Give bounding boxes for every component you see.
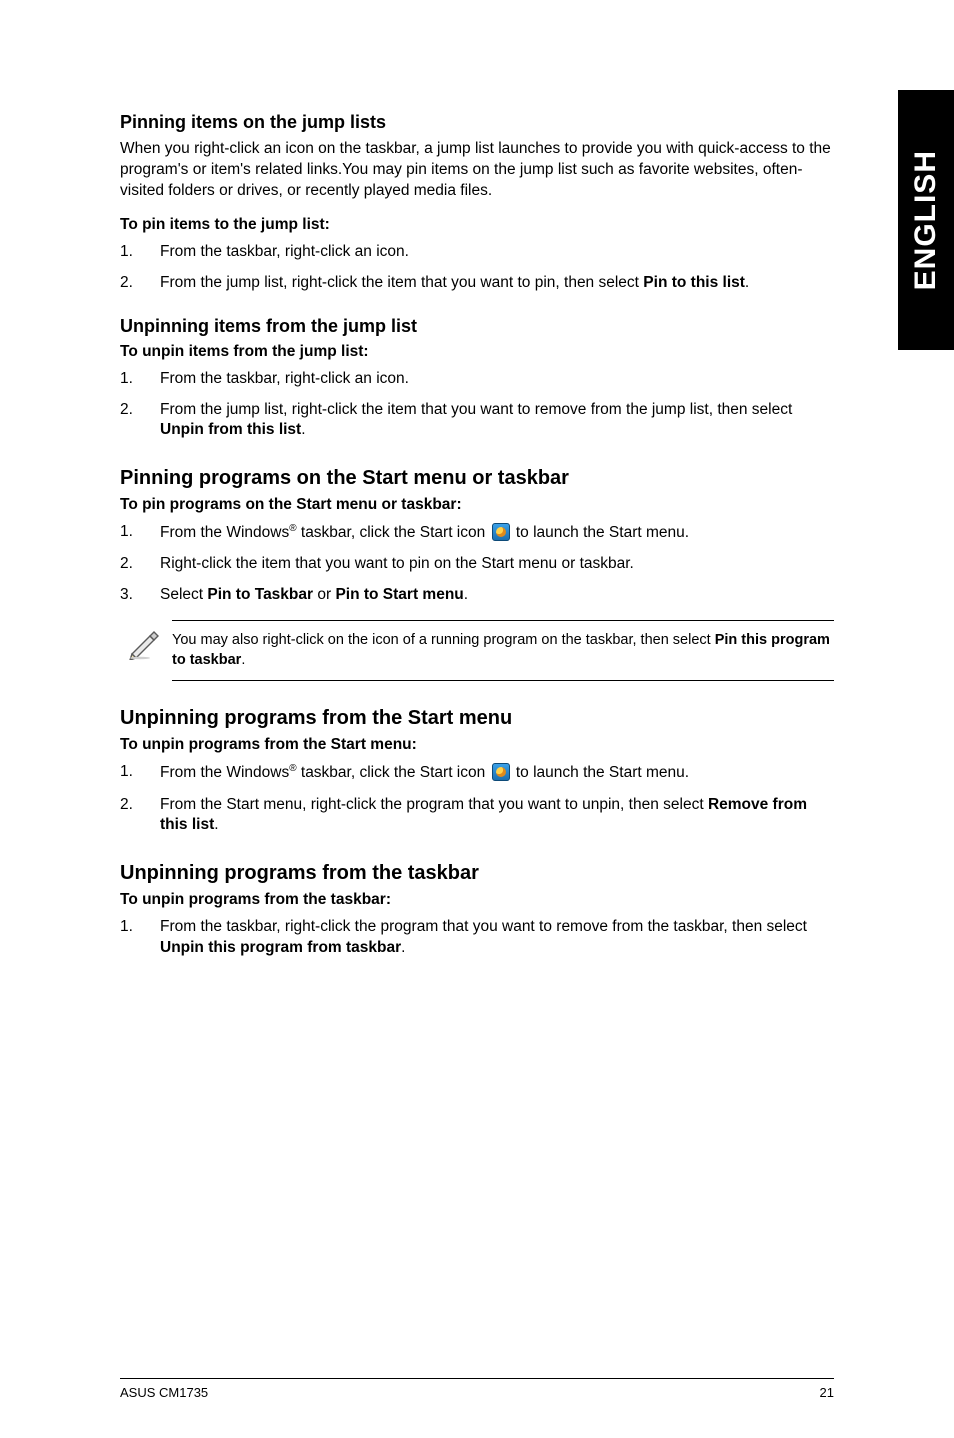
heading-unpinning-start-menu: Unpinning programs from the Start menu (120, 707, 834, 730)
list-number: 1. (120, 522, 160, 544)
windows-start-icon (492, 523, 510, 541)
list-text: From the jump list, right-click the item… (160, 400, 834, 442)
list-text: From the Start menu, right-click the pro… (160, 795, 834, 837)
pencil-icon (126, 620, 172, 660)
language-tab: ENGLISH (898, 90, 954, 350)
list-item: 2. Right-click the item that you want to… (120, 554, 834, 575)
list-item: 2. From the Start menu, right-click the … (120, 795, 834, 837)
heading-pinning-jump-lists: Pinning items on the jump lists (120, 112, 834, 133)
list-number: 2. (120, 273, 160, 294)
list-number: 1. (120, 369, 160, 390)
list-number: 1. (120, 917, 160, 959)
windows-start-icon (492, 763, 510, 781)
list-unpin-items: 1. From the taskbar, right-click an icon… (120, 369, 834, 442)
list-text: From the taskbar, right-click an icon. (160, 242, 834, 263)
list-unpin-start-menu: 1. From the Windows® taskbar, click the … (120, 762, 834, 836)
footer-left: ASUS CM1735 (120, 1385, 208, 1400)
bold-unpin-from-this-list: Unpin from this list (160, 421, 301, 438)
footer-page-number: 21 (820, 1385, 834, 1400)
list-number: 1. (120, 242, 160, 263)
sub-pin-items: To pin items to the jump list: (120, 216, 834, 234)
page-footer: ASUS CM1735 21 (120, 1378, 834, 1400)
list-item: 2. From the jump list, right-click the i… (120, 400, 834, 442)
list-text: From the jump list, right-click the item… (160, 273, 834, 294)
bold-pin-to-taskbar: Pin to Taskbar (207, 586, 313, 603)
list-item: 1. From the taskbar, right-click an icon… (120, 369, 834, 390)
list-number: 2. (120, 400, 160, 442)
list-text: From the Windows® taskbar, click the Sta… (160, 522, 834, 544)
list-unpin-taskbar: 1. From the taskbar, right-click the pro… (120, 917, 834, 959)
heading-pinning-programs: Pinning programs on the Start menu or ta… (120, 467, 834, 490)
registered-mark: ® (289, 763, 296, 774)
note-text: You may also right-click on the icon of … (172, 620, 834, 681)
list-item: 1. From the Windows® taskbar, click the … (120, 522, 834, 544)
list-item: 1. From the taskbar, right-click an icon… (120, 242, 834, 263)
heading-unpinning-taskbar: Unpinning programs from the taskbar (120, 862, 834, 885)
list-item: 3. Select Pin to Taskbar or Pin to Start… (120, 585, 834, 606)
list-item: 1. From the taskbar, right-click the pro… (120, 917, 834, 959)
lead-pinning-jump-lists: When you right-click an icon on the task… (120, 139, 834, 202)
heading-unpinning-jump-list: Unpinning items from the jump list (120, 316, 834, 337)
list-number: 2. (120, 795, 160, 837)
list-pin-programs: 1. From the Windows® taskbar, click the … (120, 522, 834, 606)
bold-pin-to-start-menu: Pin to Start menu (335, 586, 463, 603)
list-text: Select Pin to Taskbar or Pin to Start me… (160, 585, 834, 606)
language-tab-text: ENGLISH (909, 150, 943, 290)
note-block: You may also right-click on the icon of … (126, 620, 834, 681)
sub-pin-programs: To pin programs on the Start menu or tas… (120, 496, 834, 514)
bold-pin-to-this-list: Pin to this list (643, 274, 745, 291)
list-pin-items: 1. From the taskbar, right-click an icon… (120, 242, 834, 294)
list-text: From the Windows® taskbar, click the Sta… (160, 762, 834, 784)
list-number: 3. (120, 585, 160, 606)
sub-unpin-start-menu: To unpin programs from the Start menu: (120, 736, 834, 754)
sub-unpin-items: To unpin items from the jump list: (120, 343, 834, 361)
list-text: From the taskbar, right-click the progra… (160, 917, 834, 959)
list-number: 1. (120, 762, 160, 784)
sub-unpin-taskbar: To unpin programs from the taskbar: (120, 891, 834, 909)
list-item: 2. From the jump list, right-click the i… (120, 273, 834, 294)
list-item: 1. From the Windows® taskbar, click the … (120, 762, 834, 784)
list-number: 2. (120, 554, 160, 575)
list-text: Right-click the item that you want to pi… (160, 554, 834, 575)
bold-unpin-program-from-taskbar: Unpin this program from taskbar (160, 939, 401, 956)
registered-mark: ® (289, 523, 296, 534)
list-text: From the taskbar, right-click an icon. (160, 369, 834, 390)
